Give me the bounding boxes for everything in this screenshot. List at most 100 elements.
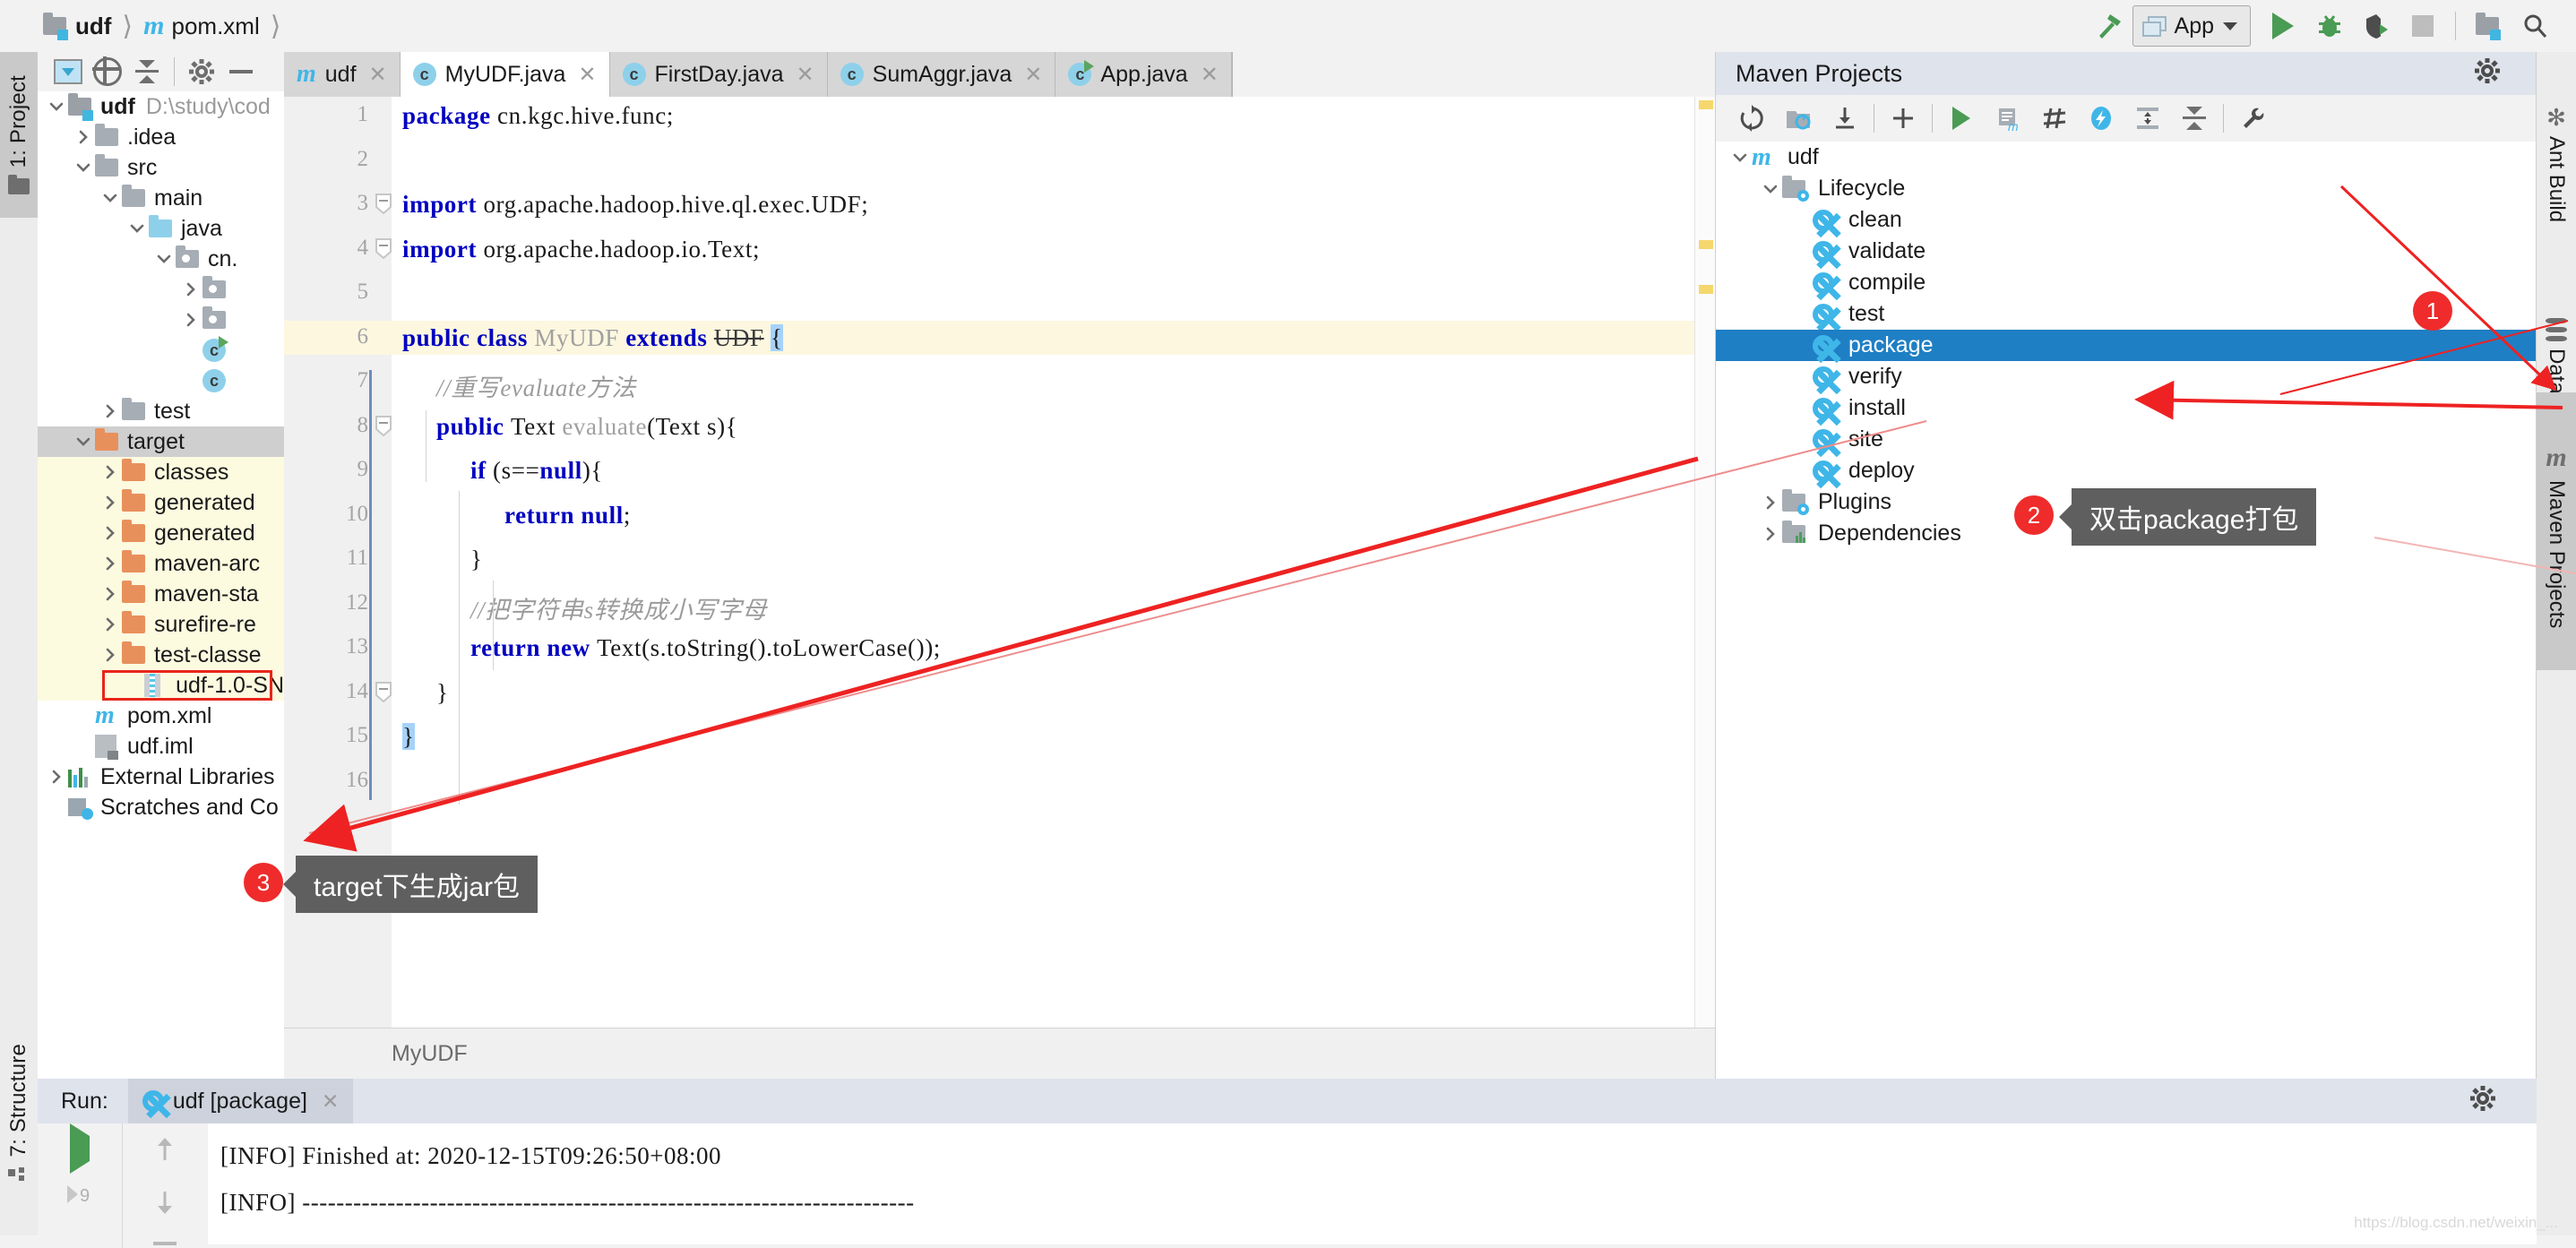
maven-tree-item-install[interactable]: install (1716, 392, 2537, 424)
execute-goal-icon[interactable]: m (1985, 99, 2031, 138)
tree-expand-right-icon[interactable] (99, 403, 122, 419)
download-sources-icon[interactable] (1822, 99, 1868, 138)
sidebar-item-ant-build[interactable]: ✻ Ant Build (2537, 52, 2576, 267)
sidebar-item-maven-projects[interactable]: m Maven Projects (2537, 392, 2576, 670)
maven-tree-item-udf[interactable]: m udf (1716, 142, 2537, 173)
tree-expand-right-icon[interactable] (72, 129, 95, 145)
code-line[interactable]: public class MyUDF extends UDF { (402, 323, 783, 352)
project-tree-item[interactable]: main (38, 183, 284, 213)
project-tree-item[interactable] (38, 274, 284, 305)
code-content[interactable]: package cn.kgc.hive.func; import org.apac… (392, 97, 1715, 1029)
close-icon[interactable]: ✕ (578, 62, 596, 88)
collapse-all-icon[interactable] (2171, 99, 2218, 138)
sidebar-item-structure[interactable]: 7: Structure (0, 1036, 38, 1201)
maven-tree-item-package[interactable]: package (1716, 330, 2537, 361)
fold-marker-icon[interactable] (374, 193, 393, 215)
tree-expand-right-icon[interactable] (179, 281, 202, 297)
editor-tab[interactable]: c FirstDay.java ✕ (609, 52, 828, 97)
maven-tree-item-site[interactable]: site (1716, 424, 2537, 455)
editor-tab[interactable]: c SumAggr.java ✕ (827, 52, 1056, 97)
close-icon[interactable]: ✕ (322, 1089, 339, 1114)
tree-expand-down-icon[interactable] (45, 99, 68, 115)
code-line[interactable]: import org.apache.hadoop.hive.ql.exec.UD… (402, 191, 868, 219)
run-configuration-selector[interactable]: App (2132, 5, 2251, 47)
breadcrumb-item-project[interactable]: udf (43, 13, 111, 40)
breadcrumb-item-pom[interactable]: m pom.xml (143, 11, 260, 41)
sidebar-item-project[interactable]: 1: Project (0, 52, 38, 218)
project-tree-item[interactable]: target (38, 426, 284, 457)
code-line[interactable]: package cn.kgc.hive.func; (402, 102, 674, 130)
run-maven-build-icon[interactable] (1938, 99, 1985, 138)
rerun-icon[interactable] (70, 1123, 90, 1174)
code-line[interactable]: } (402, 723, 415, 751)
code-line[interactable]: if (s==null){ (470, 457, 603, 485)
add-maven-project-icon[interactable] (1880, 99, 1926, 138)
tree-expand-down-icon[interactable] (125, 220, 149, 237)
tree-expand-right-icon[interactable] (99, 464, 122, 480)
editor-breadcrumb[interactable]: MyUDF (284, 1028, 1822, 1079)
project-tree-item[interactable]: udf.iml (38, 731, 284, 762)
maven-tree-item-verify[interactable]: verify (1716, 361, 2537, 392)
maven-tree-item-lifecycle[interactable]: Lifecycle (1716, 173, 2537, 204)
code-line[interactable]: import org.apache.hadoop.io.Text; (402, 236, 760, 263)
tree-expand-down-icon[interactable] (72, 434, 95, 450)
tree-expand-right-icon[interactable] (99, 586, 122, 602)
code-line[interactable]: public Text evaluate(Text s){ (436, 413, 737, 441)
project-tree-item[interactable]: c (38, 366, 284, 396)
reimport-icon[interactable] (1728, 99, 1775, 138)
editor-tab[interactable]: c App.java ✕ (1055, 52, 1232, 97)
scroll-down-icon[interactable] (152, 1189, 177, 1222)
stop-icon[interactable] (2399, 4, 2446, 47)
maven-tree-item-validate[interactable]: validate (1716, 236, 2537, 267)
tree-expand-right-icon[interactable] (179, 312, 202, 328)
tree-expand-right-icon[interactable] (1759, 526, 1782, 542)
search-everywhere-icon[interactable] (2511, 4, 2558, 47)
tree-expand-right-icon[interactable] (1759, 495, 1782, 511)
settings-gear-icon[interactable] (2470, 1085, 2495, 1117)
tree-expand-right-icon[interactable] (45, 769, 68, 785)
maven-tree[interactable]: m udf Lifecycle clean validate compile test pac… (1716, 142, 2537, 1079)
generate-sources-icon[interactable] (1775, 99, 1822, 138)
hide-icon[interactable] (221, 54, 261, 90)
tree-expand-right-icon[interactable] (99, 495, 122, 511)
editor-tabs[interactable]: m udf ✕ c MyUDF.java ✕ c FirstDay.java ✕ c SumAggr… (284, 52, 1715, 97)
soft-wrap-icon[interactable] (153, 1242, 177, 1245)
settings-gear-icon[interactable] (2475, 57, 2500, 90)
tree-expand-down-icon[interactable] (1759, 181, 1782, 197)
tree-expand-right-icon[interactable] (99, 616, 122, 633)
run-with-coverage-icon[interactable] (2353, 4, 2399, 47)
project-tree-item[interactable]: c (38, 335, 284, 366)
rerun-failed-icon[interactable]: 9 (65, 1182, 94, 1213)
project-tree-item[interactable]: test-classe (38, 640, 284, 670)
project-tree-item[interactable] (38, 305, 284, 335)
project-tree[interactable]: udf D:\study\cod .idea src main java cn. c c test… (38, 91, 284, 1079)
tree-expand-down-icon[interactable] (72, 159, 95, 176)
close-icon[interactable]: ✕ (1024, 62, 1042, 88)
project-tree-item[interactable]: src (38, 152, 284, 183)
tree-expand-right-icon[interactable] (99, 555, 122, 572)
project-tree-item[interactable]: maven-arc (38, 548, 284, 579)
project-tree-item[interactable]: cn. (38, 244, 284, 274)
code-line[interactable]: //重写evaluate方法 (436, 368, 636, 403)
code-line[interactable]: return new Text(s.toString().toLowerCase… (470, 634, 941, 662)
toggle-skip-tests-icon[interactable] (2031, 99, 2078, 138)
project-tree-item[interactable]: udf D:\study\cod (38, 91, 284, 122)
close-icon[interactable]: ✕ (1201, 62, 1219, 88)
project-structure-icon[interactable] (2465, 4, 2511, 47)
toggle-offline-icon[interactable] (2078, 99, 2124, 138)
project-tree-item[interactable]: .idea (38, 122, 284, 152)
collapse-all-icon[interactable] (127, 54, 167, 90)
editor-tab[interactable]: c MyUDF.java ✕ (400, 52, 610, 97)
run-icon[interactable] (2260, 4, 2306, 47)
tree-expand-right-icon[interactable] (99, 525, 122, 541)
project-tree-item[interactable]: Scratches and Co (38, 792, 284, 822)
code-line[interactable]: } (470, 546, 483, 573)
close-icon[interactable]: ✕ (797, 62, 814, 88)
code-line[interactable]: //把字符串s转换成小写字母 (470, 590, 767, 625)
project-tree-item[interactable]: udf-1.0-SN (38, 670, 284, 701)
tree-expand-right-icon[interactable] (99, 647, 122, 663)
project-tree-item[interactable]: maven-sta (38, 579, 284, 609)
project-tree-item[interactable]: m pom.xml (38, 701, 284, 731)
tree-expand-down-icon[interactable] (152, 251, 176, 267)
editor-tab[interactable]: m udf ✕ (284, 52, 401, 97)
